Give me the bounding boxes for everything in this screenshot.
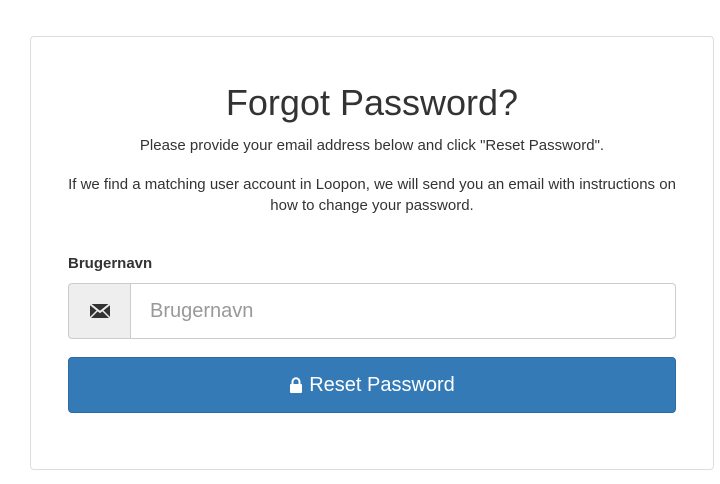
- page-title: Forgot Password?: [225, 82, 519, 123]
- username-label: Brugernavn: [68, 255, 153, 272]
- username-input-group: [68, 283, 676, 339]
- info-text: If we find a matching user account in Lo…: [68, 176, 676, 214]
- reset-password-button[interactable]: Reset Password: [68, 357, 676, 413]
- instruction-text: Please provide your email address below …: [139, 137, 605, 154]
- reset-password-label: Reset Password: [309, 373, 455, 396]
- username-input[interactable]: [130, 283, 676, 339]
- forgot-password-panel: Forgot Password? Please provide your ema…: [30, 36, 714, 470]
- lock-icon: [289, 376, 303, 394]
- envelope-icon: [68, 283, 130, 339]
